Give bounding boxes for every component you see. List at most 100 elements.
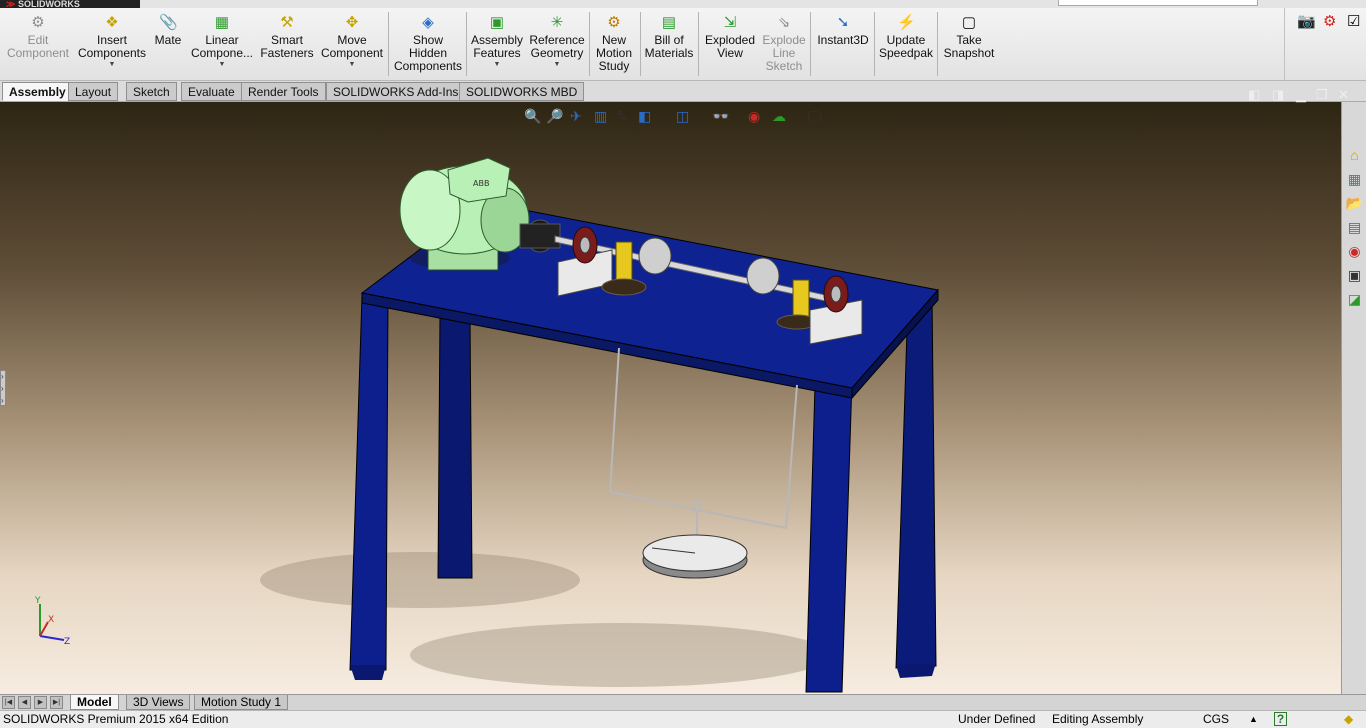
command-manager: ⚙ Edit Component ❖ Insert Components ▼ 📎…	[0, 8, 1366, 81]
tab-render-tools[interactable]: Render Tools	[241, 82, 326, 101]
coupling-right[interactable]	[746, 257, 780, 295]
search-input[interactable]	[1058, 0, 1258, 6]
edit-appearance-icon[interactable]: ◉	[748, 108, 760, 125]
hide-show-items-icon[interactable]: 👓	[712, 108, 729, 125]
bottom-tabs: |◀ ◀ ▶ ▶| Model 3D Views Motion Study 1	[0, 694, 1366, 710]
next-tab-icon[interactable]: ▶	[34, 696, 47, 709]
linear-pattern-icon: ▦	[214, 14, 230, 31]
split-right-icon[interactable]: ◨	[1272, 87, 1284, 103]
instant3d-label: Instant3D	[817, 33, 869, 47]
new-motion-study-button[interactable]: ⚙ New Motion Study	[592, 8, 636, 80]
command-manager-tabs: Assembly Layout Sketch Evaluate Render T…	[0, 81, 1366, 102]
move-component-button[interactable]: ✥ Move Component ▼	[318, 8, 386, 80]
speedpak-icon: ⚡	[897, 14, 916, 31]
toolbar-separator	[640, 12, 641, 76]
linear-pattern-button[interactable]: ▦ Linear Compone... ▼	[189, 8, 255, 80]
triad-y-label: Y	[34, 596, 41, 606]
tab-solidworks-add-ins[interactable]: SOLIDWORKS Add-Ins	[326, 82, 466, 101]
tab-assembly[interactable]: Assembly	[2, 82, 73, 101]
edit-component-label: Edit Component	[6, 33, 70, 60]
custom-properties-icon[interactable]: ▣	[1344, 264, 1365, 285]
toolbar-separator	[874, 12, 875, 76]
coupling-left[interactable]	[638, 237, 672, 275]
smart-fasteners-button[interactable]: ⚒ Smart Fasteners	[258, 8, 316, 80]
chevron-down-icon[interactable]: ▼	[318, 60, 386, 70]
bill-of-materials-button[interactable]: ▤ Bill of Materials	[644, 8, 694, 80]
last-tab-icon[interactable]: ▶|	[50, 696, 63, 709]
zoom-to-fit-icon[interactable]: 🔍	[524, 108, 541, 125]
update-speedpak-button[interactable]: ⚡ Update Speedpak	[878, 8, 934, 80]
camera-icon[interactable]: 📷	[1297, 12, 1316, 30]
view-orientation-icon[interactable]: ◧	[638, 108, 651, 125]
solidworks-logo[interactable]: ≫ SOLIDWORKS	[0, 0, 140, 8]
close-icon[interactable]: ✕	[1338, 87, 1349, 103]
units-selector[interactable]: CGS	[1203, 711, 1229, 728]
toolbar-separator	[466, 12, 467, 76]
mate-button[interactable]: 📎 Mate	[151, 8, 185, 80]
view-palette-icon[interactable]: ▤	[1344, 216, 1365, 237]
tab-motion-study-1[interactable]: Motion Study 1	[194, 695, 289, 710]
insert-components-button[interactable]: ❖ Insert Components ▼	[76, 8, 148, 80]
file-explorer-icon[interactable]: 📂	[1344, 192, 1365, 213]
show-hidden-icon: ◈	[422, 14, 434, 31]
table-leg-back-right[interactable]	[895, 295, 937, 669]
chevron-down-icon[interactable]: ▼	[189, 60, 255, 70]
minimize-icon[interactable]: ▁	[1296, 87, 1306, 103]
units-arrow-icon[interactable]: ▲	[1249, 711, 1258, 728]
tab-evaluate[interactable]: Evaluate	[181, 82, 242, 101]
hanger-rod-left[interactable]	[609, 347, 620, 493]
triad-z-label: Z	[64, 637, 70, 647]
forum-icon[interactable]: ◪	[1344, 288, 1365, 309]
smart-fasteners-label: Smart Fasteners	[260, 33, 314, 60]
show-hidden-components-button[interactable]: ◈ Show Hidden Components	[392, 8, 464, 80]
chevron-down-icon[interactable]: ▼	[528, 60, 586, 70]
display-style-icon[interactable]: ◫	[676, 108, 689, 125]
apply-scene-icon[interactable]: ☁	[772, 108, 786, 125]
move-component-icon: ✥	[345, 14, 359, 31]
table-leg-back-left[interactable]	[437, 314, 473, 579]
tab-layout[interactable]: Layout	[68, 82, 119, 101]
left-universal-joint[interactable]	[615, 241, 633, 285]
hanger-rod-right[interactable]	[785, 384, 798, 529]
tab-solidworks-mbd[interactable]: SOLIDWORKS MBD	[459, 82, 585, 101]
split-left-icon[interactable]: ◧	[1248, 87, 1260, 103]
tab-3d-views[interactable]: 3D Views	[126, 695, 191, 710]
table-leg-front-right[interactable]	[805, 379, 853, 693]
instant3d-button[interactable]: ➘ Instant3D	[814, 8, 872, 80]
status-bar: SOLIDWORKS Premium 2015 x64 Edition Unde…	[0, 710, 1366, 728]
definition-status: Under Defined	[958, 712, 1036, 726]
zoom-to-area-icon[interactable]: 🔎	[546, 108, 563, 125]
explode-line-sketch-icon: ⇘	[777, 14, 791, 31]
graphics-area[interactable]: ABB Y X Z	[0, 102, 1341, 694]
tab-model[interactable]: Model	[70, 695, 119, 710]
assembly-features-button[interactable]: ▣ Assembly Features ▼	[470, 8, 524, 80]
feature-manager-toggle[interactable]: › › ›	[0, 370, 6, 406]
tab-sketch[interactable]: Sketch	[126, 82, 177, 101]
section-view-icon[interactable]: ▥	[594, 108, 607, 125]
explode-line-sketch-button[interactable]: ⇘ Explode Line Sketch	[760, 8, 808, 80]
dynamic-annotation-icon[interactable]: ✎	[616, 108, 628, 125]
edit-component-button[interactable]: ⚙ Edit Component	[4, 8, 72, 80]
exploded-view-button[interactable]: ⇲ Exploded View	[702, 8, 758, 80]
assembly-model: ABB Y X Z	[34, 157, 939, 693]
exploded-view-icon: ⇲	[723, 14, 737, 31]
view-settings-icon[interactable]: 🖵	[808, 108, 822, 125]
home-icon[interactable]: ⌂	[1344, 144, 1365, 165]
previous-view-icon[interactable]: ✈	[570, 108, 582, 125]
table-leg-front-left[interactable]	[349, 295, 389, 671]
previous-tab-icon[interactable]: ◀	[18, 696, 31, 709]
rebuild-icon[interactable]: ◆	[1344, 711, 1353, 728]
design-library-icon[interactable]: ▦	[1344, 168, 1365, 189]
check-icon[interactable]: ☑	[1347, 12, 1360, 30]
reference-geometry-button[interactable]: ✳ Reference Geometry ▼	[528, 8, 586, 80]
chevron-down-icon[interactable]: ▼	[76, 60, 148, 70]
chevron-down-icon[interactable]: ▼	[470, 60, 524, 70]
mate-icon: 📎	[159, 14, 178, 31]
first-tab-icon[interactable]: |◀	[2, 696, 15, 709]
help-icon[interactable]: ?	[1274, 712, 1287, 726]
restore-icon[interactable]: ❐	[1316, 87, 1328, 103]
camera-settings-icon[interactable]: ⚙	[1323, 12, 1336, 30]
reference-geometry-icon: ✳	[550, 14, 564, 31]
appearances-icon[interactable]: ◉	[1344, 240, 1365, 261]
take-snapshot-button[interactable]: ▢ Take Snapshot	[941, 8, 997, 80]
